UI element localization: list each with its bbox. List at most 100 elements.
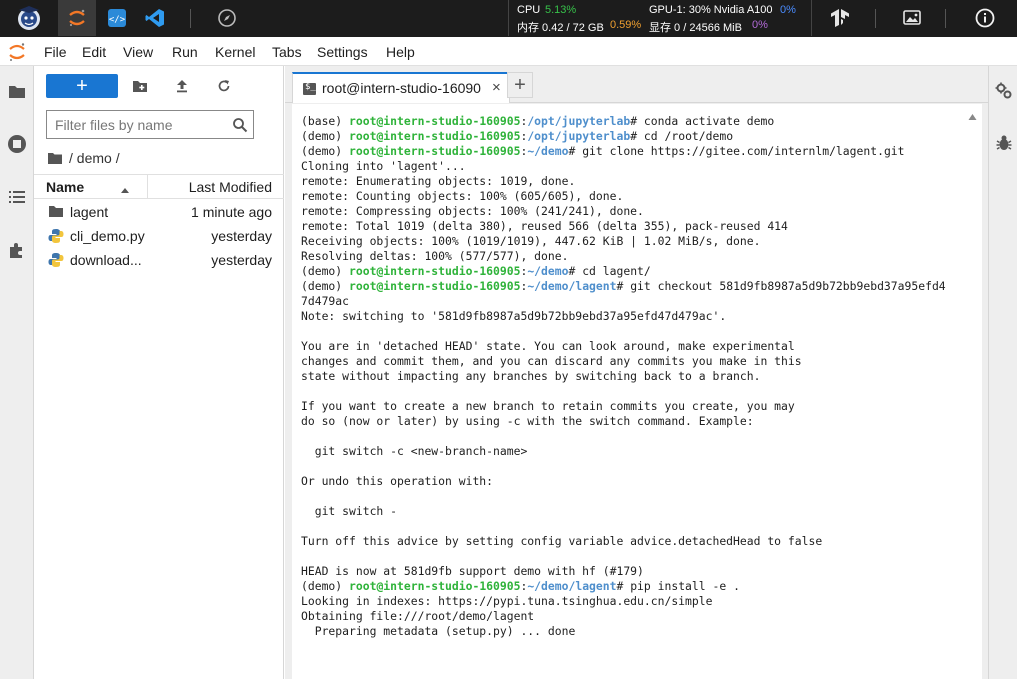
jupyter-icon[interactable]	[58, 0, 96, 36]
terminal-output[interactable]: (base) root@intern-studio-160905:/opt/ju…	[301, 114, 971, 639]
python-file-icon	[48, 252, 64, 268]
table-of-contents-icon[interactable]	[6, 186, 28, 208]
terminal-line: (demo) root@intern-studio-160905:~/demo#…	[301, 144, 971, 159]
prompt-path: ~/demo	[527, 144, 569, 158]
terminal-panel[interactable]: (base) root@intern-studio-160905:/opt/ju…	[292, 104, 982, 679]
intern-logo-icon[interactable]	[10, 0, 48, 36]
file-row-lagent[interactable]: lagent 1 minute ago	[34, 200, 284, 224]
terminal-text: Receiving objects: 100% (1019/1019), 447…	[301, 234, 761, 248]
new-launcher-button[interactable]: +	[46, 74, 118, 98]
running-kernels-icon[interactable]	[6, 133, 28, 155]
terminal-line: (demo) root@intern-studio-160905:~/demo#…	[301, 264, 971, 279]
terminal-text: Note: switching to '581d9fb8987a5d9b72bb…	[301, 309, 727, 323]
terminal-text: # pip install -e .	[616, 579, 740, 593]
mem-value: 0.59%	[610, 19, 642, 31]
file-modified: 1 minute ago	[191, 204, 272, 220]
prompt-user: root@intern-studio-160905	[349, 129, 521, 143]
breadcrumb-path[interactable]: / demo /	[69, 150, 120, 166]
terminal-text: # conda activate demo	[630, 114, 775, 128]
prompt-path: ~/demo/lagent	[527, 579, 617, 593]
terminal-text: Resolving deltas: 100% (577/577), done.	[301, 249, 569, 263]
column-name-header[interactable]: Name	[46, 179, 84, 195]
file-row-cli-demo[interactable]: cli_demo.py yesterday	[34, 224, 284, 248]
terminal-text: Cloning into 'lagent'...	[301, 159, 466, 173]
prompt-user: root@intern-studio-160905	[349, 264, 521, 278]
close-icon[interactable]: ×	[492, 79, 501, 96]
terminal-text: git switch -	[301, 504, 398, 518]
vscode-icon[interactable]	[143, 0, 167, 36]
search-icon	[232, 117, 248, 133]
file-filter-box	[46, 110, 254, 139]
terminal-text: remote: Total 1019 (delta 380), reused 5…	[301, 219, 788, 233]
file-row-download[interactable]: download... yesterday	[34, 248, 284, 272]
terminal-line: Resolving deltas: 100% (577/577), done.	[301, 249, 971, 264]
terminal-line: Cloning into 'lagent'...	[301, 159, 971, 174]
terminal-line: Or undo this operation with:	[301, 474, 971, 489]
menu-kernel[interactable]: Kernel	[215, 44, 255, 60]
terminal-text: You are in 'detached HEAD' state. You ca…	[301, 339, 795, 353]
file-modified: yesterday	[211, 252, 272, 268]
terminal-text: (demo)	[301, 129, 350, 143]
vram-label: 显存 0 / 24566 MiB	[649, 22, 742, 34]
prompt-path: ~/demo	[527, 264, 569, 278]
scroll-up-icon	[968, 114, 977, 120]
column-modified-header[interactable]: Last Modified	[189, 179, 272, 195]
tensorflow-icon[interactable]	[828, 0, 852, 36]
terminal-text: # cd /root/demo	[630, 129, 734, 143]
code-editor-icon[interactable]: </>	[106, 0, 128, 36]
menu-help[interactable]: Help	[386, 44, 415, 60]
terminal-line: Preparing metadata (setup.py) ... done	[301, 624, 971, 639]
terminal-text: (demo)	[301, 144, 350, 158]
terminal-text: remote: Counting objects: 100% (605/605)…	[301, 189, 624, 203]
refresh-icon[interactable]	[213, 76, 235, 96]
new-folder-icon[interactable]	[129, 76, 151, 96]
terminal-line: (demo) root@intern-studio-160905:~/demo/…	[301, 579, 971, 594]
terminal-line: remote: Compressing objects: 100% (241/2…	[301, 204, 971, 219]
prompt-user: root@intern-studio-160905	[349, 579, 521, 593]
terminal-text: # git checkout 581d9fb8987a5d9b72bb9ebd3…	[616, 279, 946, 293]
folder-icon[interactable]	[48, 151, 64, 165]
add-tab-button[interactable]: +	[507, 72, 533, 98]
cpu-label: CPU	[517, 4, 541, 16]
menu-tabs[interactable]: Tabs	[272, 44, 302, 60]
compass-icon[interactable]	[215, 0, 239, 36]
menu-settings[interactable]: Settings	[317, 44, 368, 60]
terminal-line: remote: Total 1019 (delta 380), reused 5…	[301, 219, 971, 234]
terminal-text: # cd lagent/	[568, 264, 651, 278]
image-icon[interactable]	[900, 0, 924, 36]
tab-terminal[interactable]: $_ root@intern-studio-16090 ×	[292, 72, 510, 103]
menu-run[interactable]: Run	[172, 44, 198, 60]
terminal-text: remote: Compressing objects: 100% (241/2…	[301, 204, 644, 218]
extensions-icon[interactable]	[6, 239, 28, 261]
menu-edit[interactable]: Edit	[82, 44, 106, 60]
python-file-icon	[48, 228, 64, 244]
property-inspector-icon[interactable]	[995, 82, 1013, 100]
toolbar-separator	[875, 9, 876, 28]
menu-view[interactable]: View	[123, 44, 153, 60]
file-filter-input[interactable]	[47, 111, 227, 138]
terminal-line: Note: switching to '581d9fb8987a5d9b72bb…	[301, 309, 971, 324]
info-icon[interactable]	[973, 0, 997, 36]
terminal-text: (demo)	[301, 264, 350, 278]
folder-icon[interactable]	[6, 80, 28, 102]
terminal-line: remote: Counting objects: 100% (605/605)…	[301, 189, 971, 204]
breadcrumb: / demo /	[48, 148, 120, 168]
debugger-icon[interactable]	[995, 134, 1013, 152]
file-list-header: Name Last Modified	[34, 174, 284, 199]
prompt-user: root@intern-studio-160905	[349, 144, 521, 158]
main-dock-area: $_ root@intern-studio-16090 × + (base) r…	[285, 66, 988, 679]
gpu-label: GPU-1: 30% Nvidia A100	[649, 4, 773, 16]
menu-file[interactable]: File	[44, 44, 67, 60]
terminal-text: Turn off this advice by setting config v…	[301, 534, 823, 548]
upload-icon[interactable]	[171, 76, 193, 96]
terminal-line: Obtaining file:///root/demo/lagent	[301, 609, 971, 624]
right-sidebar-tabs	[988, 66, 1017, 679]
terminal-text: HEAD is now at 581d9fb support demo with…	[301, 564, 644, 578]
terminal-scrollbar[interactable]	[967, 110, 978, 679]
terminal-text: (base)	[301, 114, 350, 128]
terminal-line: state without impacting any branches by …	[301, 369, 971, 384]
